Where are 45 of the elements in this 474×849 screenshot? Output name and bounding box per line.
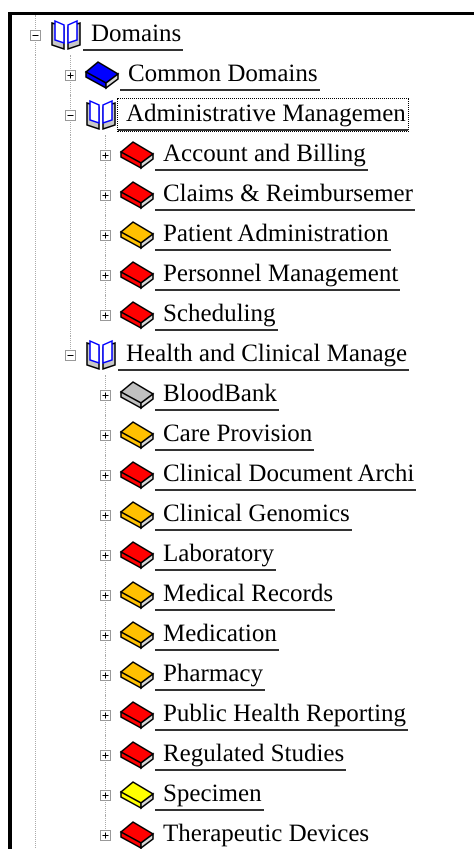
expand-icon[interactable] <box>100 510 111 520</box>
tree-item[interactable]: Clinical Document Archi <box>155 459 416 491</box>
tree-item[interactable]: Regulated Studies <box>155 739 346 771</box>
tree-item[interactable]: Account and Billing <box>155 139 368 171</box>
expand-icon[interactable] <box>100 790 111 800</box>
expand-icon[interactable] <box>100 830 111 840</box>
expand-icon[interactable] <box>100 430 111 440</box>
tree-item[interactable]: Claims & Reimbursemer <box>155 179 415 211</box>
expand-icon[interactable] <box>100 230 111 240</box>
tree-item[interactable]: Patient Administration <box>155 219 391 251</box>
collapse-icon[interactable] <box>65 110 76 120</box>
tree-item[interactable]: Medical Records <box>155 579 336 611</box>
tree-item[interactable]: Clinical Genomics <box>155 499 352 531</box>
tree-item[interactable]: Administrative Managemen <box>118 99 408 131</box>
tree-item[interactable]: Personnel Management <box>155 259 400 291</box>
open-book-icon <box>84 99 118 131</box>
collapse-icon[interactable] <box>30 30 41 40</box>
expand-icon[interactable] <box>100 310 111 320</box>
tree-item[interactable]: BloodBank <box>155 379 279 411</box>
open-book-icon <box>49 19 83 51</box>
expand-icon[interactable] <box>100 270 111 280</box>
tree-item[interactable]: Care Provision <box>155 419 314 451</box>
tree-item[interactable]: Therapeutic Devices <box>155 819 372 849</box>
expand-icon[interactable] <box>100 550 111 560</box>
expand-icon[interactable] <box>100 670 111 680</box>
tree-item[interactable]: Scheduling <box>155 299 278 331</box>
tree-item[interactable]: Pharmacy <box>155 659 265 691</box>
open-book-icon <box>84 339 118 371</box>
expand-icon[interactable] <box>100 590 111 600</box>
expand-icon[interactable] <box>100 150 111 160</box>
tree-item[interactable]: Domains <box>83 19 184 51</box>
expand-icon[interactable] <box>100 190 111 200</box>
expand-icon[interactable] <box>100 710 111 720</box>
tree-item[interactable]: Medication <box>155 619 279 651</box>
collapse-icon[interactable] <box>65 350 76 360</box>
expand-icon[interactable] <box>100 470 111 480</box>
expand-icon[interactable] <box>100 630 111 640</box>
expand-icon[interactable] <box>100 750 111 760</box>
tree-item[interactable]: Specimen <box>155 779 264 811</box>
tree-item[interactable]: Laboratory <box>155 539 276 571</box>
tree-item[interactable]: Health and Clinical Manage <box>118 339 410 371</box>
expand-icon[interactable] <box>100 390 111 400</box>
tree-item[interactable]: Common Domains <box>120 59 320 91</box>
tree-item[interactable]: Public Health Reporting <box>155 699 408 731</box>
expand-icon[interactable] <box>65 70 76 80</box>
